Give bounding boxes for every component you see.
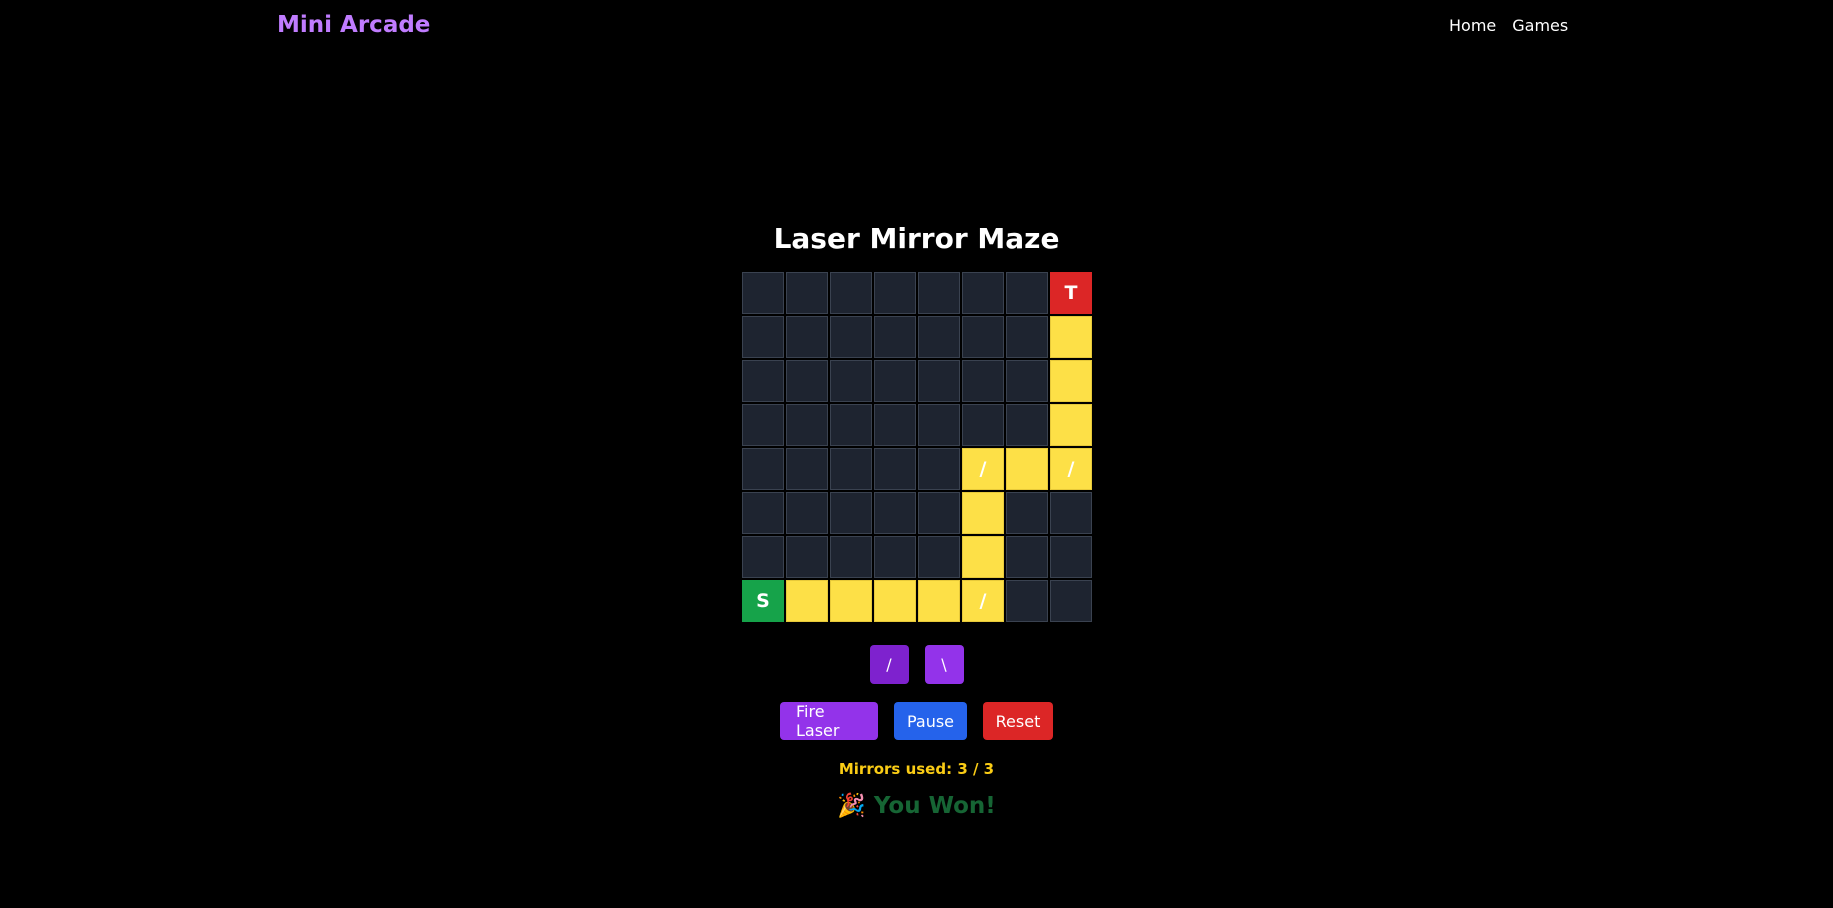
grid-cell[interactable] — [830, 448, 872, 490]
mirror-cell[interactable]: / — [962, 448, 1004, 490]
grid-cell[interactable] — [1050, 492, 1092, 534]
laser-beam-cell[interactable] — [1050, 316, 1092, 358]
start-cell[interactable]: S — [742, 580, 784, 622]
grid-cell[interactable] — [786, 536, 828, 578]
grid-cell[interactable] — [742, 272, 784, 314]
fire-laser-button[interactable]: Fire Laser — [780, 702, 878, 740]
grid-cell[interactable] — [742, 536, 784, 578]
nav-home-link[interactable]: Home — [1449, 16, 1496, 35]
grid-cell[interactable] — [918, 316, 960, 358]
grid-cell[interactable] — [786, 492, 828, 534]
reset-button[interactable]: Reset — [983, 702, 1053, 740]
grid-cell[interactable] — [830, 536, 872, 578]
laser-beam-cell[interactable] — [1050, 404, 1092, 446]
grid-cell[interactable] — [962, 272, 1004, 314]
grid-cell[interactable] — [830, 272, 872, 314]
grid-cell[interactable] — [874, 536, 916, 578]
laser-beam-cell[interactable] — [1050, 360, 1092, 402]
laser-beam-cell[interactable] — [962, 536, 1004, 578]
grid-cell[interactable] — [1050, 580, 1092, 622]
grid-cell[interactable] — [742, 492, 784, 534]
grid-cell[interactable] — [1006, 580, 1048, 622]
site-brand[interactable]: Mini Arcade — [277, 12, 430, 38]
grid-cell[interactable] — [1006, 316, 1048, 358]
mirror-cell[interactable]: / — [962, 580, 1004, 622]
grid-cell[interactable] — [874, 448, 916, 490]
grid-cell[interactable] — [1006, 404, 1048, 446]
grid-cell[interactable] — [874, 360, 916, 402]
grid-cell[interactable] — [742, 360, 784, 402]
win-status: 🎉 You Won! — [0, 792, 1833, 819]
grid-cell[interactable] — [962, 316, 1004, 358]
grid-cell[interactable] — [830, 360, 872, 402]
grid-cell[interactable] — [742, 316, 784, 358]
grid-cell[interactable] — [1006, 360, 1048, 402]
mirror-picker: / \ — [0, 645, 1833, 684]
grid-cell[interactable] — [918, 536, 960, 578]
game-controls: Fire Laser Pause Reset — [0, 702, 1833, 740]
target-cell[interactable]: T — [1050, 272, 1092, 314]
grid-cell[interactable] — [1006, 492, 1048, 534]
grid-cell[interactable] — [918, 448, 960, 490]
grid-cell[interactable] — [918, 492, 960, 534]
grid-cell[interactable] — [1006, 536, 1048, 578]
grid-cell[interactable] — [874, 404, 916, 446]
grid-cell[interactable] — [1006, 272, 1048, 314]
grid-cell[interactable] — [830, 316, 872, 358]
grid-cell[interactable] — [742, 404, 784, 446]
grid-cell[interactable] — [786, 404, 828, 446]
laser-beam-cell[interactable] — [1006, 448, 1048, 490]
pause-button[interactable]: Pause — [894, 702, 967, 740]
win-status-text: You Won! — [873, 793, 996, 819]
grid-cell[interactable] — [1050, 536, 1092, 578]
grid-cell[interactable] — [962, 404, 1004, 446]
grid-cell[interactable] — [874, 492, 916, 534]
laser-beam-cell[interactable] — [786, 580, 828, 622]
grid-cell[interactable] — [918, 360, 960, 402]
grid-cell[interactable] — [874, 272, 916, 314]
laser-beam-cell[interactable] — [830, 580, 872, 622]
grid-cell[interactable] — [786, 448, 828, 490]
grid-cell[interactable] — [786, 272, 828, 314]
grid-cell[interactable] — [918, 272, 960, 314]
maze-grid: T / / S / — [742, 272, 1092, 622]
nav-games-link[interactable]: Games — [1512, 16, 1568, 35]
site-header: Mini Arcade Home Games — [0, 0, 1833, 56]
party-popper-icon: 🎉 — [837, 793, 866, 819]
grid-cell[interactable] — [830, 404, 872, 446]
grid-cell[interactable] — [786, 360, 828, 402]
laser-beam-cell[interactable] — [874, 580, 916, 622]
grid-cell[interactable] — [742, 448, 784, 490]
laser-beam-cell[interactable] — [962, 492, 1004, 534]
mirrors-used-counter: Mirrors used: 3 / 3 — [838, 760, 995, 778]
laser-beam-cell[interactable] — [918, 580, 960, 622]
grid-cell[interactable] — [962, 360, 1004, 402]
grid-cell[interactable] — [786, 316, 828, 358]
mirror-cell[interactable]: / — [1050, 448, 1092, 490]
mirror-backslash-button[interactable]: \ — [924, 645, 964, 684]
grid-cell[interactable] — [918, 404, 960, 446]
grid-cell[interactable] — [874, 316, 916, 358]
game-title: Laser Mirror Maze — [773, 222, 1060, 255]
mirror-slash-button[interactable]: / — [869, 645, 909, 684]
top-nav: Home Games — [1449, 16, 1568, 35]
grid-cell[interactable] — [830, 492, 872, 534]
